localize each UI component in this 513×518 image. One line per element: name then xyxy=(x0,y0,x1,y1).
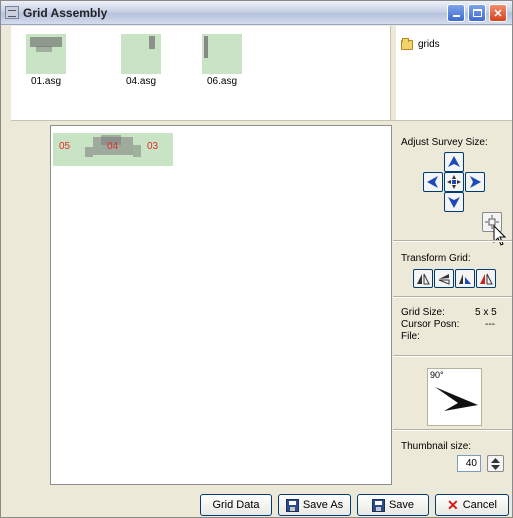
separator xyxy=(393,355,512,357)
cancel-x-icon: ✕ xyxy=(447,497,459,513)
save-as-button[interactable]: Save As xyxy=(278,494,351,516)
rotate-button[interactable] xyxy=(455,269,475,288)
minimize-icon xyxy=(452,15,460,17)
transform-grid-label: Transform Grid: xyxy=(401,253,471,264)
direction-arrow-icon xyxy=(435,387,478,411)
folder-tree[interactable]: grids xyxy=(396,26,512,120)
thumbnail-label: 04.asg xyxy=(125,76,157,87)
thumbnail-label: 01.asg xyxy=(30,76,62,87)
grid-cell[interactable]: 03 xyxy=(133,133,173,166)
cell-number: 05 xyxy=(59,141,71,152)
cursor-posn-label: Cursor Posn: xyxy=(401,319,460,330)
flip-vertical-button[interactable] xyxy=(434,269,454,288)
separator xyxy=(393,296,512,298)
save-disk-icon xyxy=(371,498,385,512)
thumbnail-image xyxy=(26,34,66,74)
orientation-preview: 90° xyxy=(427,368,482,426)
minimize-button[interactable] xyxy=(447,4,465,22)
save-disk-icon xyxy=(285,498,299,512)
grid-canvas[interactable]: 05 04 03 xyxy=(50,125,392,485)
title-bar[interactable]: Grid Assembly ✕ xyxy=(1,1,512,25)
grid-size-label: Grid Size: xyxy=(401,307,445,318)
arrow-left-icon xyxy=(427,176,438,188)
grid-data-button[interactable]: Grid Data xyxy=(200,494,272,516)
maximize-button[interactable] xyxy=(468,4,486,22)
thumbnail-size-spinner[interactable] xyxy=(487,455,504,472)
thumbnail-size-label: Thumbnail size: xyxy=(401,441,472,452)
four-way-arrow-icon xyxy=(447,175,461,189)
splitter[interactable] xyxy=(11,120,512,123)
thumbnail-strip[interactable]: 01.asg 04.asg 06.asg xyxy=(11,26,391,120)
expand-right-button[interactable] xyxy=(465,172,485,192)
thumbnail-image xyxy=(202,34,242,74)
save-button[interactable]: Save xyxy=(357,494,429,516)
maximize-icon xyxy=(472,9,482,17)
mirror-button[interactable] xyxy=(476,269,496,288)
mouse-cursor-icon xyxy=(493,225,507,246)
save-label: Save xyxy=(388,499,415,511)
flip-vertical-icon xyxy=(438,273,450,285)
window-title: Grid Assembly xyxy=(23,6,108,20)
thumbnail-06[interactable] xyxy=(202,34,242,74)
thumbnail-04[interactable] xyxy=(121,34,161,74)
close-button[interactable]: ✕ xyxy=(489,4,507,22)
flip-horizontal-icon xyxy=(417,273,430,284)
thumbnail-size-input[interactable]: 40 xyxy=(457,455,481,472)
thumbnail-label: 06.asg xyxy=(206,76,238,87)
cell-number: 03 xyxy=(147,141,159,152)
grid-app-icon xyxy=(5,6,19,19)
separator xyxy=(393,429,512,431)
expand-left-button[interactable] xyxy=(423,172,443,192)
close-icon: ✕ xyxy=(493,7,503,20)
separator xyxy=(393,240,512,242)
spinner-arrows-icon xyxy=(491,457,500,470)
move-center-button[interactable] xyxy=(444,172,464,192)
expand-up-button[interactable] xyxy=(444,152,464,172)
save-as-label: Save As xyxy=(302,499,344,511)
arrow-down-icon xyxy=(448,197,460,208)
thumbnail-01[interactable] xyxy=(26,34,66,74)
cancel-button[interactable]: ✕ Cancel xyxy=(435,494,509,516)
cursor-posn-value: --- xyxy=(485,319,495,330)
grid-cell[interactable]: 05 xyxy=(53,133,93,166)
cancel-label: Cancel xyxy=(462,499,497,511)
grid-size-value: 5 x 5 xyxy=(475,307,497,318)
grid-cell[interactable]: 04 xyxy=(93,133,133,166)
thumbnail-image xyxy=(121,34,161,74)
grid-data-label: Grid Data xyxy=(212,499,260,511)
grid-assembly-window: Grid Assembly ✕ 01.asg 04.asg 06.asg gri… xyxy=(0,0,513,518)
folder-icon xyxy=(401,38,413,50)
expand-down-button[interactable] xyxy=(444,192,464,212)
arrow-right-icon xyxy=(470,176,481,188)
rotate-icon xyxy=(459,273,471,284)
cell-number: 04 xyxy=(107,141,119,152)
file-label: File: xyxy=(401,331,420,342)
adjust-survey-label: Adjust Survey Size: xyxy=(401,137,488,148)
right-panel: Adjust Survey Size: Transform Grid: Grid… xyxy=(393,125,512,487)
flip-horizontal-button[interactable] xyxy=(413,269,433,288)
preview-angle: 90° xyxy=(430,370,444,380)
folder-name[interactable]: grids xyxy=(418,39,440,50)
arrow-up-icon xyxy=(448,156,460,167)
mirror-icon xyxy=(480,273,493,284)
